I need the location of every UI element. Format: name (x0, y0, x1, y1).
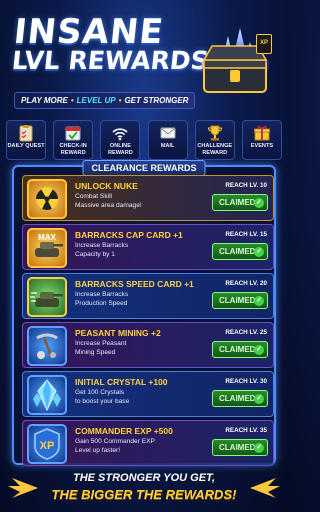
tagline-part1: PLAY MORE (21, 96, 68, 105)
reward-desc-line2: Production Speed (75, 299, 128, 307)
claimed-label: CLAIMED (219, 394, 256, 403)
reward-desc-line1: Increase Barracks (75, 291, 129, 298)
reward-title: PEASANT MINING +2 (75, 328, 161, 338)
clearance-rewards-panel: CLEARANCE REWARDS UNLOCK NUKE Combat Ski… (12, 160, 276, 466)
check-icon: ✓ (254, 247, 264, 257)
nav-bar: DAILY QUEST CHECK-IN REWARD ONLINE REWAR… (6, 120, 282, 160)
chest-xp-badge: XP (256, 34, 272, 54)
nav-daily-quest-label: DAILY QUEST (7, 143, 45, 149)
reward-desc-line2: Level up faster! (75, 446, 121, 454)
tagline-part3: GET STRONGER (124, 96, 189, 105)
check-icon: ✓ (254, 198, 264, 208)
reward-desc-line1: Increase Barracks (75, 242, 129, 249)
reward-desc-line1: Increase Peasant (75, 340, 127, 347)
nav-check-in-reward[interactable]: CHECK-IN REWARD (53, 120, 94, 160)
check-icon: ✓ (254, 443, 264, 453)
reward-desc-line2: to boost your base (75, 397, 130, 405)
footer-line2: THE BIGGER THE REWARDS! (51, 487, 237, 502)
tank-speed-icon (27, 277, 67, 317)
claimed-label: CLAIMED (219, 345, 256, 354)
reward-row-unlock-nuke: UNLOCK NUKE Combat Skill Massive area da… (22, 175, 274, 221)
reward-requirement: REACH LV. 10 (225, 182, 267, 189)
nuke-icon (27, 179, 67, 219)
nav-challenge-reward[interactable]: CHALLENGE REWARD (194, 120, 235, 160)
reward-description: Increase Barracks Capacity by 1 (75, 242, 185, 259)
reward-row-commander-exp: XP COMMANDER EXP +500 Gain 500 Commander… (22, 420, 274, 466)
claimed-button[interactable]: CLAIMED ✓ (212, 194, 268, 211)
nav-challenge-label: CHALLENGE REWARD (197, 143, 233, 156)
reward-desc-line1: Gain 500 Commander EXP (75, 438, 155, 445)
reward-description: Get 100 Crystals to boost your base (75, 389, 185, 406)
claimed-button[interactable]: CLAIMED ✓ (212, 390, 268, 407)
nav-events-label: EVENTS (250, 143, 274, 149)
treasure-chest-icon: XP (192, 22, 278, 102)
svg-text:MAX: MAX (38, 233, 56, 242)
reward-requirement: REACH LV. 30 (225, 378, 267, 385)
gift-icon (253, 126, 270, 141)
reward-requirement: REACH LV. 35 (225, 427, 267, 434)
hero-title-line2: LVL REWARDS! (10, 46, 222, 75)
reward-title: BARRACKS CAP CARD +1 (75, 230, 183, 240)
wifi-icon (112, 128, 128, 141)
tagline-part2: LEVEL UP (76, 96, 116, 105)
claimed-label: CLAIMED (219, 296, 256, 305)
reward-requirement: REACH LV. 15 (225, 231, 267, 238)
footer-banner: THE STRONGER YOU GET, THE BIGGER THE REW… (0, 466, 288, 512)
svg-text:XP: XP (40, 440, 55, 452)
nav-online-reward[interactable]: ONLINE REWARD (100, 120, 141, 160)
hero-tagline: PLAY MORE • LEVEL UP • GET STRONGER (14, 92, 196, 109)
claimed-button[interactable]: CLAIMED ✓ (212, 243, 268, 260)
claimed-button[interactable]: CLAIMED ✓ (212, 292, 268, 309)
claimed-button[interactable]: CLAIMED ✓ (212, 439, 268, 456)
nav-mail-label: MAIL (160, 143, 175, 149)
panel-title: CLEARANCE REWARDS (82, 160, 206, 176)
reward-description: Increase Peasant Mining Speed (75, 340, 185, 357)
mining-icon (27, 326, 67, 366)
nav-online-label: ONLINE REWARD (107, 143, 133, 156)
reward-row-barracks-speed: BARRACKS SPEED CARD +1 Increase Barracks… (22, 273, 274, 319)
mail-icon (160, 127, 176, 139)
reward-title: BARRACKS SPEED CARD +1 (75, 279, 194, 289)
check-icon: ✓ (254, 296, 264, 306)
reward-title: UNLOCK NUKE (75, 181, 138, 191)
reward-title: COMMANDER EXP +500 (75, 426, 173, 436)
reward-row-barracks-cap: MAX BARRACKS CAP CARD +1 Increase Barrac… (22, 224, 274, 270)
reward-desc-line2: Capacity by 1 (75, 250, 115, 258)
reward-row-peasant-mining: PEASANT MINING +2 Increase Peasant Minin… (22, 322, 274, 368)
claimed-label: CLAIMED (219, 198, 256, 207)
reward-desc-line2: Massive area damage! (75, 201, 142, 209)
claimed-button[interactable]: CLAIMED ✓ (212, 341, 268, 358)
reward-description: Increase Barracks Production Speed (75, 291, 185, 308)
reward-requirement: REACH LV. 20 (225, 280, 267, 287)
claimed-label: CLAIMED (219, 443, 256, 452)
reward-requirement: REACH LV. 25 (225, 329, 267, 336)
clipboard-icon (19, 125, 33, 142)
reward-row-initial-crystal: INITIAL CRYSTAL +100 Get 100 Crystals to… (22, 371, 274, 417)
reward-desc-line2: Mining Speed (75, 348, 116, 356)
tank-max-icon: MAX (27, 228, 67, 268)
reward-description: Gain 500 Commander EXP Level up faster! (75, 438, 185, 455)
nav-events[interactable]: EVENTS (241, 120, 282, 160)
reward-title: INITIAL CRYSTAL +100 (75, 377, 168, 387)
nav-mail[interactable]: MAIL (147, 120, 188, 160)
calendar-check-icon (65, 126, 81, 141)
reward-description: Combat Skill Massive area damage! (75, 193, 185, 210)
claimed-label: CLAIMED (219, 247, 256, 256)
hero-banner: INSANE LVL REWARDS! PLAY MORE • LEVEL UP • G… (0, 0, 288, 118)
footer-line1: THE STRONGER YOU GET, (73, 472, 215, 484)
trophy-icon (207, 125, 222, 141)
nav-check-in-label: CHECK-IN REWARD (59, 143, 87, 156)
reward-desc-line1: Get 100 Crystals (75, 389, 125, 396)
xp-icon: XP (27, 424, 67, 464)
check-icon: ✓ (254, 394, 264, 404)
crystal-icon (27, 375, 67, 415)
reward-desc-line1: Combat Skill (75, 193, 113, 200)
nav-daily-quest[interactable]: DAILY QUEST (6, 120, 46, 160)
check-icon: ✓ (254, 345, 264, 355)
